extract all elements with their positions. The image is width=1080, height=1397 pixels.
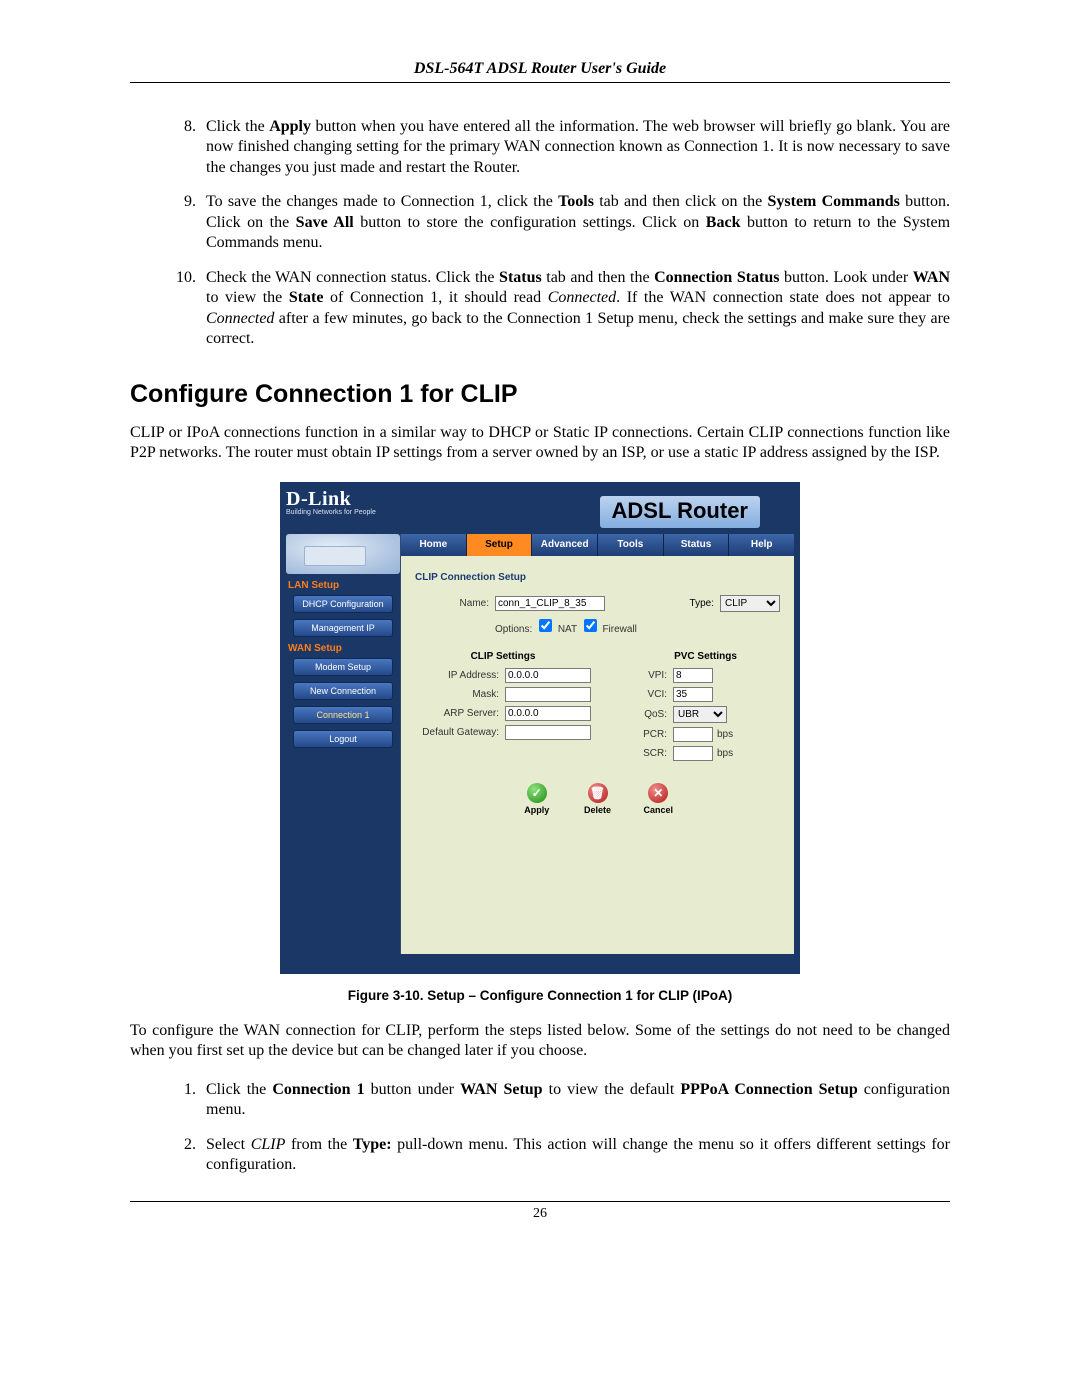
vci-input[interactable]: [673, 687, 713, 702]
figure-caption: Figure 3-10. Setup – Configure Connectio…: [130, 988, 950, 1003]
router-title: ADSL Router: [600, 496, 761, 528]
cancel-button[interactable]: ✕ Cancel: [635, 783, 681, 816]
delete-button[interactable]: 🗑 Delete: [575, 783, 621, 816]
panel-title: CLIP Connection Setup: [415, 572, 780, 583]
product-thumbnail: [286, 534, 400, 574]
sidebar-logout[interactable]: Logout: [293, 730, 393, 748]
tab-home[interactable]: Home: [401, 534, 467, 556]
clip-settings-heading: CLIP Settings: [415, 651, 591, 662]
check-icon: ✓: [527, 783, 547, 803]
page-footer: 26: [130, 1201, 950, 1222]
tab-advanced[interactable]: Advanced: [532, 534, 598, 556]
name-input[interactable]: [495, 596, 605, 611]
qos-select[interactable]: UBR: [673, 706, 727, 723]
pcr-input[interactable]: [673, 727, 713, 742]
type-select[interactable]: CLIP: [720, 595, 780, 612]
step-9: To save the changes made to Connection 1…: [200, 192, 950, 253]
config-intro: To configure the WAN connection for CLIP…: [130, 1021, 950, 1062]
clip-settings-column: CLIP Settings IP Address: Mask: ARP Serv…: [415, 651, 591, 765]
mask-input[interactable]: [505, 687, 591, 702]
apply-button[interactable]: ✓ Apply: [514, 783, 560, 816]
lead-paragraph: CLIP or IPoA connections function in a s…: [130, 423, 950, 464]
scr-input[interactable]: [673, 746, 713, 761]
router-content: Home Setup Advanced Tools Status Help CL…: [400, 534, 794, 954]
sidebar-modem-setup[interactable]: Modem Setup: [293, 658, 393, 676]
pvc-settings-column: PVC Settings VPI: VCI: QoS:UBR PCR:bps S…: [631, 651, 780, 765]
config-step-2: Select CLIP from the Type: pull-down men…: [200, 1135, 950, 1176]
section-heading: Configure Connection 1 for CLIP: [130, 380, 950, 409]
router-screenshot: D-Link Building Networks for People ADSL…: [280, 482, 800, 974]
sidebar-heading-wan: WAN Setup: [288, 643, 400, 654]
options-row: Options: NAT Firewall: [495, 616, 780, 635]
type-label: Type:: [690, 598, 714, 609]
vpi-input[interactable]: [673, 668, 713, 683]
running-header: DSL-564T ADSL Router User's Guide: [130, 60, 950, 83]
trash-icon: 🗑: [588, 783, 608, 803]
sidebar-heading-lan: LAN Setup: [288, 580, 400, 591]
router-sidebar: LAN Setup DHCP Configuration Management …: [286, 534, 400, 954]
steps-list-continued: Click the Apply button when you have ent…: [130, 117, 950, 350]
ip-address-input[interactable]: [505, 668, 591, 683]
step-8: Click the Apply button when you have ent…: [200, 117, 950, 178]
page-number: 26: [533, 1206, 547, 1221]
tab-help[interactable]: Help: [729, 534, 794, 556]
config-step-1: Click the Connection 1 button under WAN …: [200, 1080, 950, 1121]
tab-status[interactable]: Status: [664, 534, 730, 556]
arp-server-input[interactable]: [505, 706, 591, 721]
cancel-icon: ✕: [648, 783, 668, 803]
step-10: Check the WAN connection status. Click t…: [200, 268, 950, 350]
default-gateway-input[interactable]: [505, 725, 591, 740]
pvc-settings-heading: PVC Settings: [631, 651, 780, 662]
sidebar-management-ip[interactable]: Management IP: [293, 619, 393, 637]
config-steps-list: Click the Connection 1 button under WAN …: [130, 1080, 950, 1176]
action-buttons: ✓ Apply 🗑 Delete ✕ Cancel: [415, 783, 780, 816]
sidebar-new-connection[interactable]: New Connection: [293, 682, 393, 700]
firewall-checkbox[interactable]: [584, 619, 597, 632]
name-label: Name:: [415, 598, 489, 609]
sidebar-dhcp-config[interactable]: DHCP Configuration: [293, 595, 393, 613]
sidebar-connection-1[interactable]: Connection 1: [293, 706, 393, 724]
tab-tools[interactable]: Tools: [598, 534, 664, 556]
tab-setup[interactable]: Setup: [467, 534, 533, 556]
router-tabs: Home Setup Advanced Tools Status Help: [401, 534, 794, 556]
nat-checkbox[interactable]: [539, 619, 552, 632]
